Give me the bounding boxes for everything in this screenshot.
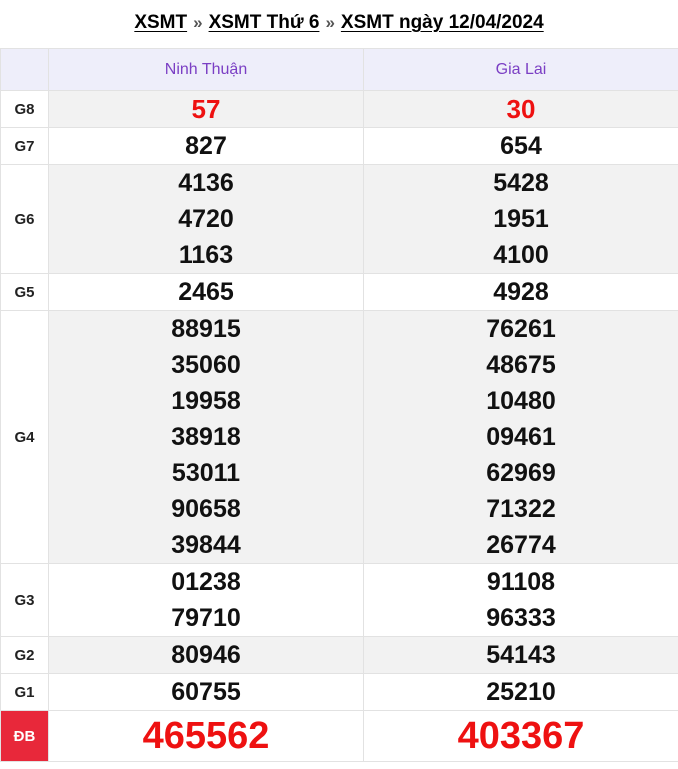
- breadcrumb-link-xsmt[interactable]: XSMT: [134, 12, 187, 34]
- prize-label: G2: [0, 636, 49, 674]
- prize-cell: 88915 35060 19958 38918 53011 90658 39844: [48, 310, 364, 564]
- prize-number: 71322: [486, 495, 556, 523]
- prize-number: 79710: [171, 604, 241, 632]
- prize-label: G1: [0, 673, 49, 711]
- prize-label: G5: [0, 273, 49, 311]
- prize-number: 91108: [486, 568, 556, 596]
- prize-label: G3: [0, 563, 49, 637]
- province-header[interactable]: Ninh Thuận: [48, 48, 364, 91]
- prize-row-g8: G8 57 30: [0, 90, 678, 128]
- prize-number: 827: [185, 132, 227, 160]
- prize-number: 4136: [178, 169, 234, 197]
- prize-cell: 54143: [363, 636, 678, 674]
- prize-number: 25210: [486, 678, 556, 706]
- prize-number: 54143: [486, 641, 556, 669]
- prize-number: 60755: [171, 678, 241, 706]
- prize-number: 4100: [493, 241, 549, 269]
- prize-number: 57: [191, 94, 221, 124]
- prize-label: G8: [0, 90, 49, 128]
- prize-number: 96333: [486, 604, 556, 632]
- prize-number: 39844: [171, 531, 241, 559]
- prize-number: 4720: [178, 205, 234, 233]
- prize-row-g1: G1 60755 25210: [0, 673, 678, 711]
- prize-cell: 827: [48, 127, 364, 165]
- prize-cell: 403367: [363, 710, 678, 762]
- prize-cell: 25210: [363, 673, 678, 711]
- prize-number: 62969: [486, 459, 556, 487]
- prize-row-g2: G2 80946 54143: [0, 636, 678, 674]
- prize-row-g6: G6 4136 4720 1163 5428 1951 4100: [0, 164, 678, 274]
- prize-number: 48675: [486, 351, 556, 379]
- prize-cell: 91108 96333: [363, 563, 678, 637]
- prize-number: 465562: [142, 715, 270, 757]
- prize-number: 5428: [493, 169, 549, 197]
- prize-number: 35060: [171, 351, 241, 379]
- header-corner-cell: [0, 48, 49, 91]
- prize-number: 01238: [171, 568, 241, 596]
- prize-row-g3: G3 01238 79710 91108 96333: [0, 563, 678, 637]
- prize-label: G7: [0, 127, 49, 165]
- table-header-row: Ninh Thuận Gia Lai: [0, 48, 678, 91]
- prize-cell: 4928: [363, 273, 678, 311]
- prize-number: 88915: [171, 315, 241, 343]
- prize-number: 1163: [178, 241, 234, 269]
- prize-number: 4928: [493, 278, 549, 306]
- province-header[interactable]: Gia Lai: [363, 48, 678, 91]
- prize-cell: 60755: [48, 673, 364, 711]
- prize-number: 80946: [171, 641, 241, 669]
- breadcrumb-separator: »: [325, 13, 335, 32]
- prize-row-db: ĐB 465562 403367: [0, 710, 678, 762]
- breadcrumb-separator: »: [193, 13, 203, 32]
- prize-row-g7: G7 827 654: [0, 127, 678, 165]
- prize-number: 403367: [457, 715, 585, 757]
- prize-number: 30: [506, 94, 536, 124]
- prize-number: 90658: [171, 495, 241, 523]
- prize-number: 26774: [486, 531, 556, 559]
- prize-cell: 2465: [48, 273, 364, 311]
- prize-number: 76261: [486, 315, 556, 343]
- prize-row-g5: G5 2465 4928: [0, 273, 678, 311]
- prize-label: ĐB: [0, 710, 49, 762]
- prize-label: G6: [0, 164, 49, 274]
- prize-number: 53011: [171, 459, 241, 487]
- prize-cell: 76261 48675 10480 09461 62969 71322 26774: [363, 310, 678, 564]
- prize-label: G4: [0, 310, 49, 564]
- prize-cell: 654: [363, 127, 678, 165]
- prize-number: 09461: [486, 423, 556, 451]
- prize-cell: 4136 4720 1163: [48, 164, 364, 274]
- prize-number: 654: [500, 132, 542, 160]
- breadcrumb-link-xsmt-date[interactable]: XSMT ngày 12/04/2024: [341, 12, 544, 34]
- prize-cell: 80946: [48, 636, 364, 674]
- breadcrumb: XSMT » XSMT Thứ 6 » XSMT ngày 12/04/2024: [0, 0, 678, 48]
- prize-number: 38918: [171, 423, 241, 451]
- prize-cell: 01238 79710: [48, 563, 364, 637]
- results-table: Ninh Thuận Gia Lai G8 57 30 G7 827 654 G6 4136 4…: [0, 48, 678, 762]
- prize-number: 19958: [171, 387, 241, 415]
- prize-cell: 30: [363, 90, 678, 128]
- prize-number: 10480: [486, 387, 556, 415]
- prize-cell: 465562: [48, 710, 364, 762]
- prize-cell: 5428 1951 4100: [363, 164, 678, 274]
- prize-number: 1951: [493, 205, 549, 233]
- prize-number: 2465: [178, 278, 234, 306]
- breadcrumb-link-xsmt-thu6[interactable]: XSMT Thứ 6: [209, 12, 320, 34]
- prize-cell: 57: [48, 90, 364, 128]
- prize-row-g4: G4 88915 35060 19958 38918 53011 90658 39844 762…: [0, 310, 678, 564]
